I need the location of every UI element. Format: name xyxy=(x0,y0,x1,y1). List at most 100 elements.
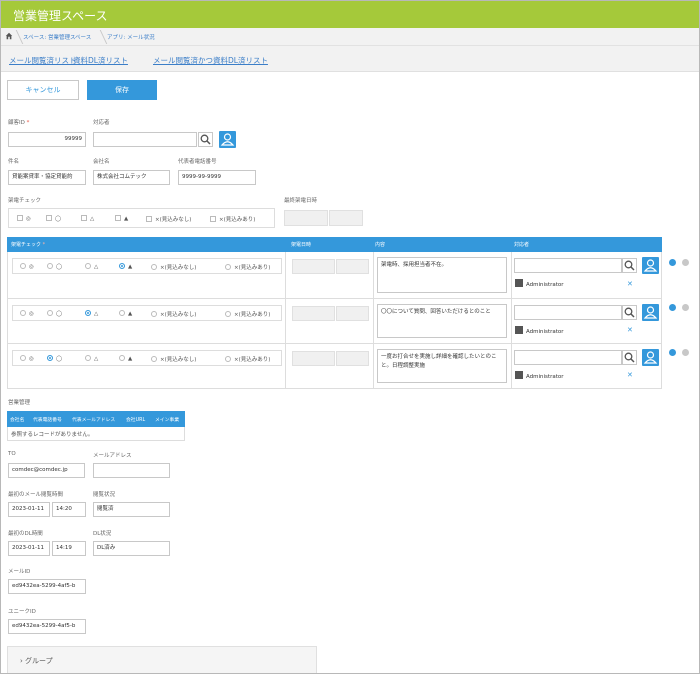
call-check-option[interactable]: ▲ xyxy=(115,215,128,222)
cancel-button[interactable]: キャンセル xyxy=(7,80,79,100)
row-remove-user-icon[interactable]: ✕ xyxy=(627,371,633,379)
first-dl-date[interactable]: 2023-01-11 xyxy=(8,541,50,556)
row-call-check-group: ◎ ◯ △ ▲ ×(見込みなし) ×(見込みあり) xyxy=(12,350,282,366)
row-call-check-option[interactable]: ▲ xyxy=(119,263,132,270)
view-doc-downloaded[interactable]: 資料DL済リスト xyxy=(73,55,128,66)
row-content-textarea[interactable]: 架電時、採用担当者不在。 xyxy=(377,257,507,293)
row-remove-user-icon[interactable]: ✕ xyxy=(627,326,633,334)
assignee-user-picker-button[interactable] xyxy=(219,131,236,148)
row-call-check-option[interactable]: ×(見込みなし) xyxy=(151,310,196,318)
call-check-group: ◎ ◯ △ ▲ ×(見込みなし) ×(見込みあり) xyxy=(8,208,275,228)
view-opened-and-downloaded[interactable]: メール閲覧済かつ資料DL済リスト xyxy=(153,55,268,66)
phone-input[interactable]: 9999-99-9999 xyxy=(178,170,256,185)
customer-id-label: 顧客ID * xyxy=(8,120,30,126)
dl-status-input[interactable]: DL済み xyxy=(93,541,170,556)
row-responder-search-button[interactable] xyxy=(622,258,637,273)
row-responder-entry: Administrator xyxy=(515,371,564,380)
row-call-check-option[interactable]: ◎ xyxy=(20,310,34,317)
breadcrumb-space[interactable]: スペース: 営業管理スペース xyxy=(23,33,91,41)
remove-row-icon[interactable] xyxy=(682,349,689,356)
call-check-option[interactable]: ×(見込みあり) xyxy=(210,215,255,223)
assignee-input[interactable] xyxy=(93,132,197,147)
row-content-textarea[interactable]: 〇〇について質問、回答いただけるとのこと xyxy=(377,304,507,338)
last-call-date[interactable] xyxy=(284,210,328,226)
row-user-picker-button[interactable] xyxy=(642,349,659,366)
sub-th-responder: 対応者 xyxy=(514,242,530,248)
call-check-option[interactable]: ◎ xyxy=(17,215,31,222)
row-responder-search-button[interactable] xyxy=(622,305,637,320)
row-user-picker-button[interactable] xyxy=(642,257,659,274)
first-open-time[interactable]: 14:20 xyxy=(52,502,86,517)
row-call-time[interactable] xyxy=(336,351,369,366)
row-call-date[interactable] xyxy=(292,306,335,321)
app-frame: 営業管理スペース スペース: 営業管理スペース アプリ: メール状況 メール閲覧… xyxy=(0,0,700,674)
mail-address-input[interactable] xyxy=(93,463,170,478)
row-call-check-option[interactable]: ▲ xyxy=(119,310,132,317)
row-call-check-option[interactable]: ◯ xyxy=(47,310,62,317)
breadcrumb-app[interactable]: アプリ: メール状況 xyxy=(107,33,155,41)
row-call-date[interactable] xyxy=(292,259,335,274)
row-responder-input[interactable] xyxy=(514,350,622,365)
last-call-label: 最終架電日時 xyxy=(284,198,318,204)
row-call-check-option[interactable]: ▲ xyxy=(119,355,132,362)
ref-th: メイン事業 xyxy=(155,418,179,423)
add-row-icon[interactable] xyxy=(669,259,676,266)
user-icon xyxy=(643,259,658,272)
call-check-label: 架電チェック xyxy=(8,198,42,204)
remove-row-icon[interactable] xyxy=(682,304,689,311)
subject-input[interactable]: 貸能案貸率・協定貸能約 xyxy=(8,170,86,185)
add-row-icon[interactable] xyxy=(669,349,676,356)
row-call-time[interactable] xyxy=(336,259,369,274)
open-status-input[interactable]: 閲覧済 xyxy=(93,502,170,517)
row-call-check-option[interactable]: ×(見込みなし) xyxy=(151,355,196,363)
table-row: ◎ ◯ △ ▲ ×(見込みなし) ×(見込みあり) 〇〇について質問、回答いただけるとのこと… xyxy=(7,299,662,344)
ref-th: 会社URL xyxy=(126,418,146,423)
add-row-icon[interactable] xyxy=(669,304,676,311)
ref-th: 代表メールアドレス xyxy=(72,418,116,423)
view-mail-opened[interactable]: メール閲覧済リスト xyxy=(9,55,77,66)
call-check-option[interactable]: ◯ xyxy=(46,215,61,222)
row-responder-input[interactable] xyxy=(514,258,622,273)
company-input[interactable]: 株式会社コムテック xyxy=(93,170,170,185)
unique-id-input[interactable]: ed9432ea-5299-4af5-b xyxy=(8,619,86,634)
row-call-check-option[interactable]: ◎ xyxy=(20,263,34,270)
dl-status-label: DL状況 xyxy=(93,531,112,537)
remove-row-icon[interactable] xyxy=(682,259,689,266)
customer-id-input[interactable]: 99999 xyxy=(8,132,86,147)
row-call-check-option[interactable]: ◎ xyxy=(20,355,34,362)
breadcrumb: スペース: 営業管理スペース アプリ: メール状況 xyxy=(1,28,699,46)
row-responder-input[interactable] xyxy=(514,305,622,320)
row-call-time[interactable] xyxy=(336,306,369,321)
view-list-bar: メール閲覧済リスト 資料DL済リスト メール閲覧済かつ資料DL済リスト xyxy=(1,46,699,72)
row-call-check-option[interactable]: ×(見込みあり) xyxy=(225,355,270,363)
first-open-date[interactable]: 2023-01-11 xyxy=(8,502,50,517)
row-responder-search-button[interactable] xyxy=(622,350,637,365)
row-remove-user-icon[interactable]: ✕ xyxy=(627,280,633,288)
row-call-check-option[interactable]: ◯ xyxy=(47,263,62,270)
call-check-option[interactable]: ×(見込みなし) xyxy=(146,215,191,223)
sub-th-content: 内容 xyxy=(375,242,386,248)
row-call-check-option[interactable]: ×(見込みなし) xyxy=(151,263,196,271)
row-content-textarea[interactable]: 一度お打合せを実施し詳細を確認したいとのこと。日程調整実施 xyxy=(377,349,507,383)
row-call-check-option[interactable]: △ xyxy=(85,310,98,317)
row-call-check-group: ◎ ◯ △ ▲ ×(見込みなし) ×(見込みあり) xyxy=(12,258,282,274)
row-call-date[interactable] xyxy=(292,351,335,366)
first-dl-time[interactable]: 14:19 xyxy=(52,541,86,556)
group-section[interactable]: › グループ xyxy=(7,646,317,673)
row-call-check-option[interactable]: △ xyxy=(85,355,98,362)
save-button[interactable]: 保存 xyxy=(87,80,157,100)
ref-table-empty: 参照するレコードがありません。 xyxy=(7,427,185,441)
row-call-check-option[interactable]: △ xyxy=(85,263,98,270)
mail-id-input[interactable]: ed9432ea-5299-4af5-b xyxy=(8,579,86,594)
first-open-label: 最初のメール閲覧時間 xyxy=(8,492,64,498)
phone-label: 代表者電話番号 xyxy=(178,159,217,165)
row-call-check-option[interactable]: ×(見込みあり) xyxy=(225,263,270,271)
assignee-search-button[interactable] xyxy=(198,132,213,147)
call-check-option[interactable]: △ xyxy=(81,215,94,222)
ref-th: 代表電話番号 xyxy=(33,418,62,423)
row-call-check-option[interactable]: ◯ xyxy=(47,355,62,362)
row-user-picker-button[interactable] xyxy=(642,304,659,321)
to-input[interactable]: comdec@comdec.jp xyxy=(8,463,85,478)
row-call-check-option[interactable]: ×(見込みあり) xyxy=(225,310,270,318)
last-call-time[interactable] xyxy=(329,210,363,226)
